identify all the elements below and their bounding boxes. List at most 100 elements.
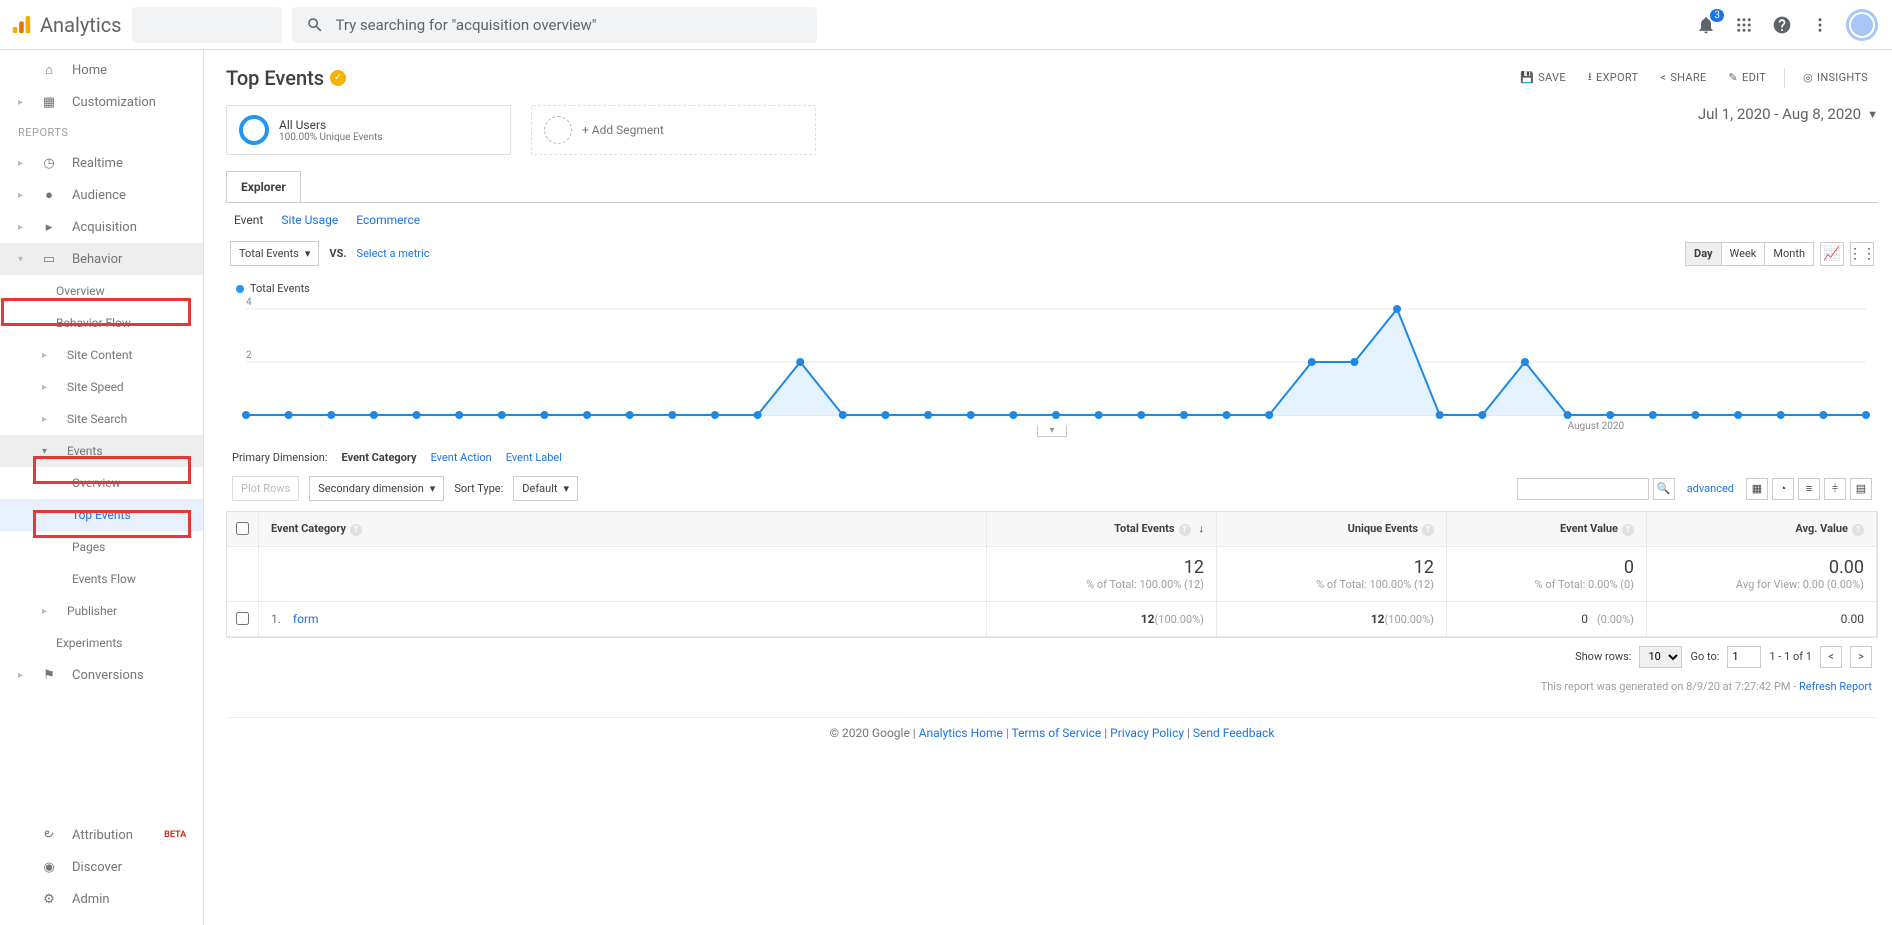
- dim-event-category[interactable]: Event Category: [342, 451, 417, 464]
- help-icon[interactable]: ?: [1622, 524, 1634, 536]
- nav-events-flow[interactable]: Events Flow: [0, 563, 203, 595]
- sort-type-selector[interactable]: Default ▾: [513, 476, 578, 501]
- primary-dimension-label: Primary Dimension:: [232, 451, 328, 464]
- property-selector[interactable]: [132, 7, 282, 43]
- notif-badge: 3: [1710, 9, 1724, 22]
- account-avatar[interactable]: [1846, 9, 1878, 41]
- advanced-filter-link[interactable]: advanced: [1687, 482, 1734, 495]
- period-day[interactable]: Day: [1686, 243, 1721, 265]
- table-search-button[interactable]: 🔍: [1653, 478, 1675, 500]
- view-pivot-button[interactable]: ▤: [1850, 478, 1872, 500]
- th-avg-value[interactable]: Avg. Value: [1795, 522, 1848, 535]
- footer-feedback-link[interactable]: Send Feedback: [1193, 726, 1275, 740]
- nav-behavior-flow[interactable]: Behavior Flow: [0, 307, 203, 339]
- view-table-button[interactable]: ▦: [1746, 478, 1768, 500]
- table-search-input[interactable]: [1517, 478, 1649, 500]
- search-box[interactable]: Try searching for "acquisition overview": [292, 7, 817, 43]
- chart-line-view-button[interactable]: 📈: [1820, 242, 1844, 266]
- view-pie-button[interactable]: ◔: [1772, 478, 1794, 500]
- footer-analytics-home-link[interactable]: Analytics Home: [919, 726, 1003, 740]
- nav-discover[interactable]: ◉Discover: [0, 851, 203, 883]
- select-all-checkbox[interactable]: [236, 522, 249, 535]
- more-menu-button[interactable]: [1808, 13, 1832, 37]
- nav-realtime[interactable]: ▸◷Realtime: [0, 147, 203, 179]
- help-icon[interactable]: ?: [1179, 524, 1191, 536]
- subtab-ecommerce[interactable]: Ecommerce: [356, 213, 420, 227]
- apps-button[interactable]: [1732, 13, 1756, 37]
- th-event-value[interactable]: Event Value: [1560, 522, 1618, 535]
- nav-home[interactable]: ⌂Home: [0, 54, 203, 86]
- nav-site-content-label: Site Content: [67, 348, 132, 362]
- secondary-dimension-selector[interactable]: Secondary dimension ▾: [309, 476, 444, 501]
- date-range-picker[interactable]: Jul 1, 2020 - Aug 8, 2020 ▼: [1698, 105, 1878, 123]
- person-icon: ●: [40, 187, 58, 203]
- sort-arrow-down-icon: ↓: [1199, 522, 1205, 535]
- refresh-report-link[interactable]: Refresh Report: [1799, 680, 1872, 693]
- row-checkbox[interactable]: [236, 612, 249, 625]
- nav-behavior[interactable]: ▾▭Behavior: [0, 243, 203, 275]
- nav-events-overview[interactable]: Overview: [0, 467, 203, 499]
- help-icon[interactable]: ?: [1422, 524, 1434, 536]
- subtab-site-usage[interactable]: Site Usage: [281, 213, 338, 227]
- view-comparison-button[interactable]: ⫩: [1824, 478, 1846, 500]
- chevron-down-icon: ▾: [430, 482, 436, 495]
- nav-events-top[interactable]: Top Events: [0, 499, 203, 531]
- nav-events-label: Events: [67, 444, 103, 458]
- nav-conversions[interactable]: ▸⚑Conversions: [0, 659, 203, 691]
- nav-admin[interactable]: ⚙Admin: [0, 883, 203, 915]
- dim-event-label[interactable]: Event Label: [506, 451, 562, 464]
- nav-site-speed[interactable]: ▸Site Speed: [0, 371, 203, 403]
- help-icon[interactable]: ?: [1852, 524, 1864, 536]
- nav-publisher[interactable]: ▸Publisher: [0, 595, 203, 627]
- dim-event-action[interactable]: Event Action: [431, 451, 492, 464]
- period-month[interactable]: Month: [1764, 243, 1813, 265]
- nav-admin-label: Admin: [72, 892, 110, 907]
- chevron-down-icon: ▼: [1867, 108, 1878, 121]
- goto-input[interactable]: [1727, 646, 1761, 668]
- subtab-event[interactable]: Event: [234, 213, 263, 227]
- legend-dot-icon: [236, 285, 244, 293]
- tab-explorer[interactable]: Explorer: [226, 171, 301, 202]
- chart-motion-view-button[interactable]: ⋮⋮: [1850, 242, 1874, 266]
- nav-audience[interactable]: ▸●Audience: [0, 179, 203, 211]
- nav-acquisition[interactable]: ▸▸Acquisition: [0, 211, 203, 243]
- period-week[interactable]: Week: [1721, 243, 1765, 265]
- notifications-button[interactable]: 3: [1694, 13, 1718, 37]
- nav-events-pages[interactable]: Pages: [0, 531, 203, 563]
- nav-site-content[interactable]: ▸Site Content: [0, 339, 203, 371]
- side-nav: ⌂Home ▸▦Customization REPORTS ▸◷Realtime…: [0, 50, 204, 925]
- help-icon[interactable]: ?: [350, 524, 362, 536]
- nav-home-label: Home: [72, 63, 107, 78]
- next-page-button[interactable]: >: [1850, 646, 1872, 668]
- sum-unique-events-sub: % of Total: 100.00% (12): [1229, 578, 1434, 591]
- primary-metric-selector[interactable]: Total Events ▾: [230, 241, 319, 266]
- nav-experiments[interactable]: Experiments: [0, 627, 203, 659]
- nav-site-search[interactable]: ▸Site Search: [0, 403, 203, 435]
- nav-events[interactable]: ▾Events: [0, 435, 203, 467]
- th-total-events[interactable]: Total Events: [1114, 522, 1174, 535]
- help-button[interactable]: [1770, 13, 1794, 37]
- view-bar-button[interactable]: ≡: [1798, 478, 1820, 500]
- share-button[interactable]: < SHARE: [1650, 67, 1716, 88]
- insights-button[interactable]: ◎ INSIGHTS: [1793, 67, 1878, 88]
- brand-logo[interactable]: Analytics: [10, 13, 122, 37]
- footer-privacy-link[interactable]: Privacy Policy: [1110, 726, 1184, 740]
- export-button[interactable]: ⭳ EXPORT: [1578, 64, 1649, 91]
- th-unique-events[interactable]: Unique Events: [1348, 522, 1418, 535]
- prev-page-button[interactable]: <: [1820, 646, 1842, 668]
- edit-button[interactable]: ✎ EDIT: [1719, 67, 1777, 88]
- rows-per-page-select[interactable]: 10: [1639, 646, 1682, 668]
- add-segment-button[interactable]: + Add Segment: [531, 105, 816, 155]
- line-chart: 24August 2020: [232, 303, 1872, 433]
- nav-customization[interactable]: ▸▦Customization: [0, 86, 203, 118]
- footer-tos-link[interactable]: Terms of Service: [1012, 726, 1102, 740]
- row-category-link[interactable]: form: [293, 612, 319, 626]
- nav-behavior-overview[interactable]: Overview: [0, 275, 203, 307]
- save-button[interactable]: 💾 SAVE: [1510, 67, 1576, 88]
- table-row: 1.form 12(100.00%) 12(100.00%) 0 (0.00%)…: [227, 602, 1877, 637]
- select-metric-link[interactable]: Select a metric: [357, 247, 430, 260]
- th-category[interactable]: Event Category: [271, 522, 346, 535]
- nav-attribution[interactable]: ౿Attribution BETA: [0, 819, 203, 851]
- segment-all-users[interactable]: All Users 100.00% Unique Events: [226, 105, 511, 155]
- help-icon: [1772, 15, 1792, 35]
